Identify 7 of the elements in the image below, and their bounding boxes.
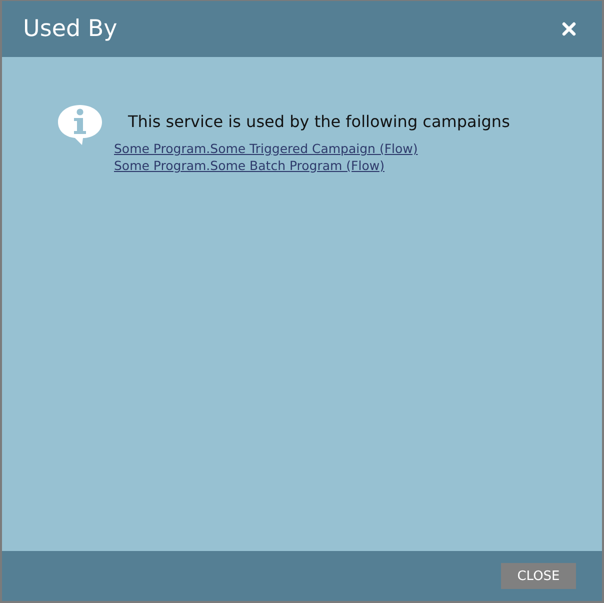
- close-button[interactable]: CLOSE: [501, 563, 576, 589]
- window-title: Used By: [23, 16, 118, 42]
- message-text: This service is used by the following campaigns: [128, 112, 510, 131]
- info-icon: [56, 103, 104, 147]
- campaign-link[interactable]: Some Program.Some Triggered Campaign (Flow): [114, 140, 418, 157]
- close-icon[interactable]: [562, 22, 576, 36]
- campaign-link[interactable]: Some Program.Some Batch Program (Flow): [114, 157, 384, 174]
